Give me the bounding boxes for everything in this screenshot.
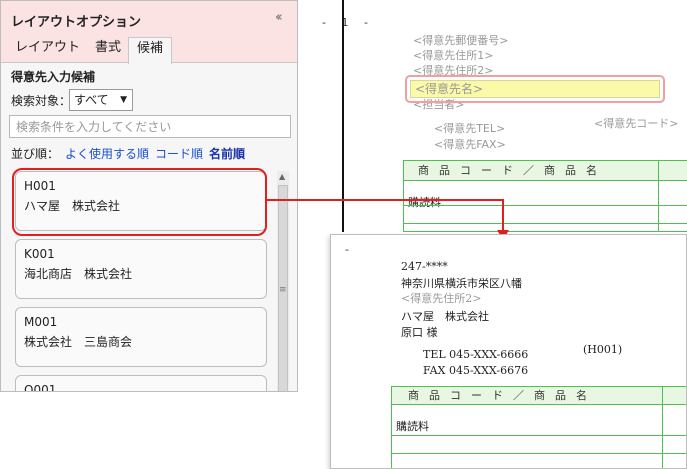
customer-name: ハマ屋 株式会社 bbox=[401, 310, 489, 323]
tel-number: TEL 045-XXX-6666 bbox=[423, 348, 529, 361]
address2-placeholder: <得意先住所2> bbox=[401, 292, 482, 305]
postal-code: 247-**** bbox=[401, 260, 448, 273]
address1: 神奈川県横浜市栄区八幡 bbox=[401, 277, 522, 290]
contact-name: 原口 様 bbox=[401, 326, 438, 339]
print-table-line bbox=[392, 435, 686, 436]
preview-dash: - bbox=[345, 243, 349, 256]
table-row: 購読料 bbox=[396, 420, 429, 433]
print-table-line bbox=[392, 453, 686, 454]
print-table-divider bbox=[662, 387, 663, 468]
print-preview: - 247-**** 神奈川県横浜市栄区八幡 <得意先住所2> ハマ屋 株式会社… bbox=[330, 234, 687, 469]
customer-code: (H001) bbox=[583, 343, 623, 356]
print-table-header: 商品コード／商品名 bbox=[392, 387, 686, 405]
fax-number: FAX 045-XXX-6676 bbox=[423, 364, 529, 377]
print-items-table: 商品コード／商品名 購読料 bbox=[391, 386, 686, 468]
